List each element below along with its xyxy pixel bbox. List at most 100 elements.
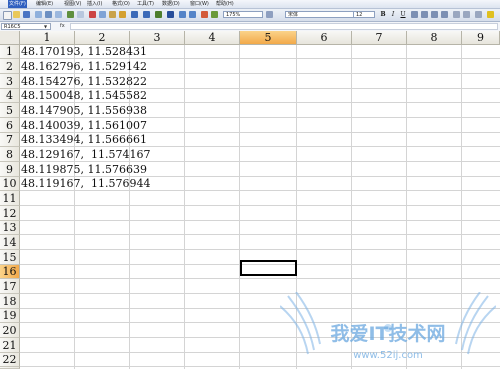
italic-button[interactable]: I: [389, 11, 397, 18]
row-header[interactable]: 15: [0, 250, 20, 265]
row-header-selected[interactable]: 16: [0, 265, 20, 279]
row-header[interactable]: 14: [0, 235, 20, 250]
column-header[interactable]: 6: [297, 31, 352, 45]
font-size-select[interactable]: 12: [353, 11, 375, 18]
cell-r7c1[interactable]: 48.133494, 11.566661: [21, 133, 147, 147]
menu-file[interactable]: 文件(F): [8, 0, 27, 8]
column-header[interactable]: 8: [407, 31, 462, 45]
undo-icon[interactable]: [131, 11, 138, 18]
row-header[interactable]: 22: [0, 353, 20, 367]
print-preview-icon[interactable]: [55, 11, 62, 18]
align-left-icon[interactable]: [411, 11, 418, 18]
row-header[interactable]: 21: [0, 338, 20, 353]
bold-button[interactable]: B: [379, 11, 387, 18]
grid-line: [20, 220, 500, 221]
row-header[interactable]: 20: [0, 323, 20, 338]
row-header[interactable]: 4: [0, 89, 20, 103]
row-header[interactable]: 5: [0, 103, 20, 118]
active-cell-selection[interactable]: [240, 260, 297, 276]
borders-icon[interactable]: [475, 11, 482, 18]
chart-wizard-icon[interactable]: [201, 11, 208, 18]
select-all-corner[interactable]: [0, 31, 20, 45]
merge-center-icon[interactable]: [441, 11, 448, 18]
autosum-icon[interactable]: [167, 11, 174, 18]
copy-icon[interactable]: [99, 11, 106, 18]
menu-tools[interactable]: 工具(T): [137, 0, 154, 8]
column-header-selected[interactable]: 5: [240, 31, 297, 45]
zoom-select[interactable]: 175%: [223, 11, 263, 18]
row-header[interactable]: 3: [0, 74, 20, 89]
column-header[interactable]: 4: [185, 31, 240, 45]
spelling-icon[interactable]: [67, 11, 74, 18]
new-icon[interactable]: [3, 11, 12, 20]
menu-bar: 文件(F) 编辑(E) 视图(V) 插入(I) 格式(O) 工具(T) 数据(D…: [0, 0, 500, 9]
cell-r8c1[interactable]: 48.129167, 11.574167: [21, 147, 150, 162]
column-header[interactable]: 1: [20, 31, 75, 45]
cut-icon[interactable]: [89, 11, 96, 18]
sort-descending-icon[interactable]: [189, 11, 196, 18]
permission-icon[interactable]: [35, 11, 42, 18]
fill-color-icon[interactable]: [487, 11, 494, 18]
row-header[interactable]: 1: [0, 45, 20, 59]
fx-icon[interactable]: fx: [60, 23, 65, 30]
menu-edit[interactable]: 编辑(E): [36, 0, 53, 8]
format-painter-icon[interactable]: [119, 11, 126, 18]
watermark-url: www.52ij.com: [353, 350, 423, 361]
row-header[interactable]: 17: [0, 279, 20, 294]
cell-r9c1[interactable]: 48.119875, 11.576639: [21, 162, 147, 177]
underline-button[interactable]: U: [399, 11, 407, 18]
hyperlink-icon[interactable]: [155, 11, 162, 18]
row-header[interactable]: 18: [0, 294, 20, 309]
cell-r1c1[interactable]: 48.170193, 11.528431: [21, 45, 147, 59]
cell-r4c1[interactable]: 48.150048, 11.545582: [21, 89, 147, 103]
menu-format[interactable]: 格式(O): [112, 0, 130, 8]
row-header[interactable]: 19: [0, 309, 20, 323]
grid-line: [184, 45, 185, 369]
grid-line: [20, 205, 500, 206]
column-header[interactable]: 7: [352, 31, 407, 45]
paste-icon[interactable]: [109, 11, 116, 18]
name-box-value: R16C5: [4, 24, 21, 30]
column-header[interactable]: 9: [462, 31, 500, 45]
print-icon[interactable]: [45, 11, 52, 18]
watermark-title: 我爱IT技术网: [330, 322, 445, 345]
row-header[interactable]: 13: [0, 221, 20, 235]
chevron-down-icon[interactable]: ▼: [44, 25, 47, 29]
sort-ascending-icon[interactable]: [179, 11, 186, 18]
research-icon[interactable]: [77, 11, 84, 18]
save-icon[interactable]: [23, 11, 30, 18]
grid-line: [239, 45, 240, 369]
row-header[interactable]: 11: [0, 191, 20, 206]
font-name-select[interactable]: 宋体: [285, 11, 361, 18]
row-header[interactable]: 10: [0, 177, 20, 191]
percent-style-icon[interactable]: [453, 11, 460, 18]
menu-window[interactable]: 窗口(W): [190, 0, 209, 8]
cell-r3c1[interactable]: 48.154276, 11.532822: [21, 74, 147, 89]
column-header[interactable]: 3: [130, 31, 185, 45]
row-header[interactable]: 9: [0, 162, 20, 177]
watermark-logo: 我爱IT技术网 www.52ij.com: [280, 292, 496, 361]
cell-r2c1[interactable]: 48.162796, 11.529142: [21, 59, 147, 74]
row-header[interactable]: 6: [0, 118, 20, 133]
comma-style-icon[interactable]: [463, 11, 470, 18]
row-header[interactable]: 12: [0, 206, 20, 221]
redo-icon[interactable]: [143, 11, 150, 18]
row-header[interactable]: 2: [0, 59, 20, 74]
row-header[interactable]: 7: [0, 133, 20, 147]
menu-help[interactable]: 帮助(H): [216, 0, 234, 8]
help-icon[interactable]: [266, 11, 273, 18]
menu-view[interactable]: 视图(V): [64, 0, 81, 8]
grid-line: [20, 278, 500, 279]
open-icon[interactable]: [13, 11, 20, 18]
cell-r6c1[interactable]: 48.140039, 11.561007: [21, 118, 147, 133]
align-right-icon[interactable]: [431, 11, 438, 18]
column-header[interactable]: 2: [75, 31, 130, 45]
menu-insert[interactable]: 插入(I): [87, 0, 102, 8]
row-header[interactable]: 8: [0, 147, 20, 162]
drawing-icon[interactable]: [211, 11, 218, 18]
formula-input[interactable]: [70, 23, 498, 30]
cell-r10c1[interactable]: 48.119167, 11.576944: [21, 177, 150, 191]
align-center-icon[interactable]: [421, 11, 428, 18]
menu-data[interactable]: 数据(D): [162, 0, 180, 8]
cell-r5c1[interactable]: 48.147905, 11.556938: [21, 103, 147, 118]
